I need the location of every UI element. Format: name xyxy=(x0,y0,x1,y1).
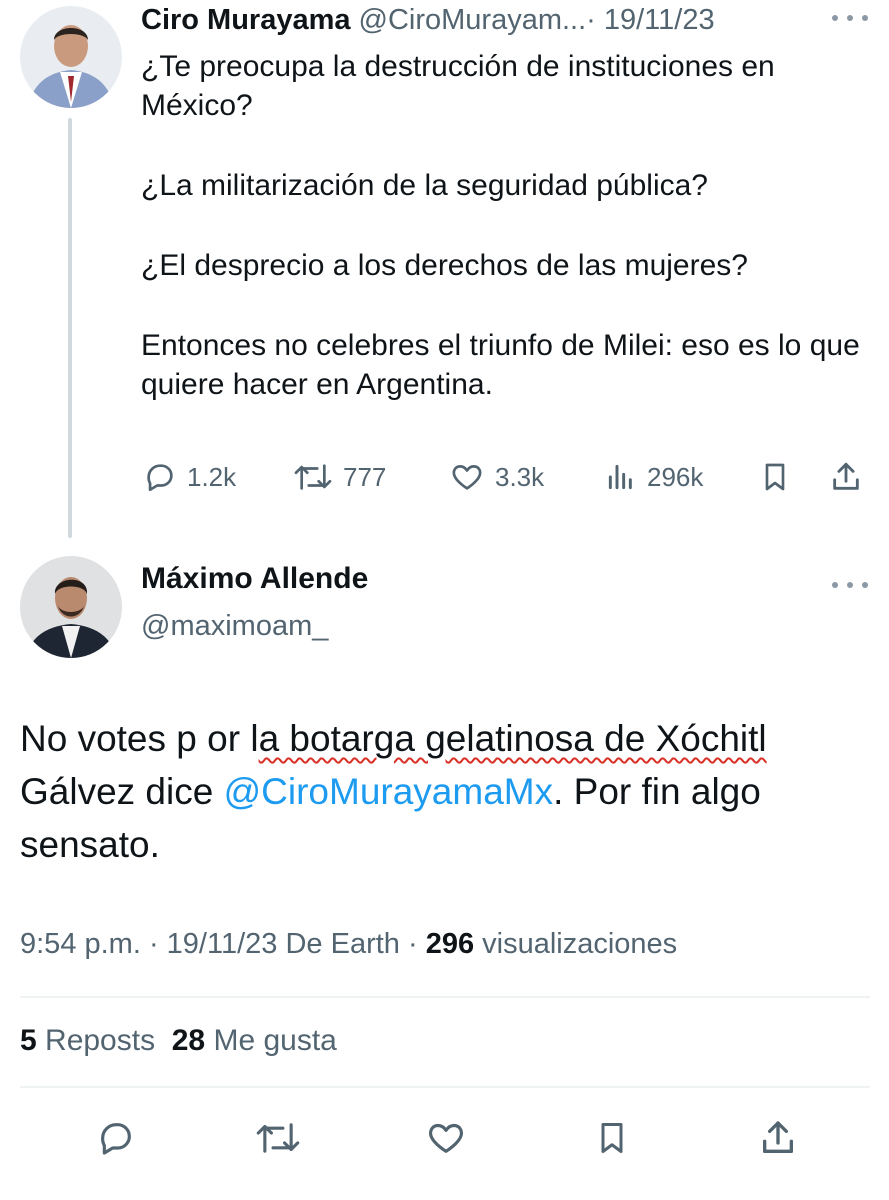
bottom-bookmark-button[interactable] xyxy=(586,1112,638,1164)
reposts-count: 5 xyxy=(20,1024,37,1057)
reply-author-name[interactable]: Máximo Allende xyxy=(141,562,368,596)
reply-icon xyxy=(101,1123,131,1155)
bottom-repost-button[interactable] xyxy=(252,1112,304,1164)
repost-button[interactable]: 777 xyxy=(293,452,386,502)
reposts-stat[interactable]: 5 Reposts xyxy=(20,1024,155,1057)
views-count: 296k xyxy=(647,461,704,492)
reply-stats-row: 5 Reposts 28 Me gusta xyxy=(20,1024,337,1058)
bottom-reply-button[interactable] xyxy=(90,1112,142,1164)
bookmark-icon xyxy=(601,1123,623,1153)
parent-author-avatar[interactable] xyxy=(20,6,122,108)
parent-tweet-header: Ciro Murayama @CiroMurayam... · 19/11/23 xyxy=(141,4,841,40)
reply-action-bar xyxy=(20,1112,870,1168)
reply-icon xyxy=(147,464,173,492)
reply-meta-row: 9:54 p.m. · 19/11/23 De Earth · 296 visu… xyxy=(20,928,677,961)
share-icon xyxy=(833,462,859,490)
bottom-share-button[interactable] xyxy=(752,1112,804,1164)
divider-bottom xyxy=(20,1086,870,1088)
likes-stat[interactable]: 28 Me gusta xyxy=(172,1024,337,1057)
bookmark-icon xyxy=(765,463,785,491)
reply-date-source: · 19/11/23 De Earth · xyxy=(140,928,426,960)
parent-tweet-date[interactable]: · 19/11/23 xyxy=(586,4,714,37)
like-button[interactable]: 3.3k xyxy=(449,452,544,502)
repost-icon xyxy=(294,464,332,490)
parent-more-icon[interactable] xyxy=(832,8,868,28)
reply-text-part: No votes p or l xyxy=(20,718,259,759)
like-count: 3.3k xyxy=(495,461,545,492)
reply-time[interactable]: 9:54 p.m. xyxy=(20,928,141,960)
parent-paragraph: ¿La militarización de la seguridad públi… xyxy=(141,169,708,202)
likes-count: 28 xyxy=(171,1024,206,1057)
thread-connector-line xyxy=(68,118,72,538)
bottom-like-button[interactable] xyxy=(420,1112,472,1164)
like-icon xyxy=(452,465,482,490)
reply-text-part: Gálvez dice xyxy=(20,771,224,812)
views-icon xyxy=(608,464,632,490)
parent-paragraph: Entonces no celebres el triunfo de Milei… xyxy=(141,329,860,401)
views-button[interactable]: 296k xyxy=(605,452,703,502)
reply-views-count: 296 xyxy=(425,928,475,960)
share-button[interactable] xyxy=(829,452,863,502)
parent-author-handle[interactable]: @CiroMurayam... xyxy=(359,4,587,37)
spellcheck-underlined-text: a botarga gelatinosa de Xóchitl xyxy=(258,718,767,759)
bookmark-button[interactable] xyxy=(759,452,791,502)
repost-icon xyxy=(256,1123,300,1153)
share-icon xyxy=(763,1121,793,1153)
parent-paragraph: ¿El desprecio a los derechos de las muje… xyxy=(141,249,748,282)
reply-author-avatar[interactable] xyxy=(20,556,122,658)
reply-button[interactable]: 1.2k xyxy=(143,452,236,502)
reply-views-label: visualizaciones xyxy=(474,928,678,960)
reply-author-handle[interactable]: @maximoam_ xyxy=(141,610,328,643)
parent-paragraph: ¿Te preocupa la destrucción de instituci… xyxy=(141,50,775,122)
reply-more-icon[interactable] xyxy=(832,575,868,595)
likes-label: Me gusta xyxy=(205,1024,337,1057)
like-icon xyxy=(429,1123,463,1153)
divider-top xyxy=(20,996,870,998)
parent-actions-row: 1.2k 777 3.3k 296k xyxy=(141,452,866,502)
reply-count: 1.2k xyxy=(187,461,237,492)
repost-count: 777 xyxy=(343,461,387,492)
reposts-label: Reposts xyxy=(36,1024,156,1057)
reply-tweet-text: No votes p or la botarga gelatinosa de X… xyxy=(20,712,870,871)
mention-link[interactable]: @CiroMurayamaMx xyxy=(224,771,554,812)
parent-author-name[interactable]: Ciro Murayama xyxy=(141,4,351,37)
parent-tweet-text: ¿Te preocupa la destrucción de instituci… xyxy=(141,47,876,404)
